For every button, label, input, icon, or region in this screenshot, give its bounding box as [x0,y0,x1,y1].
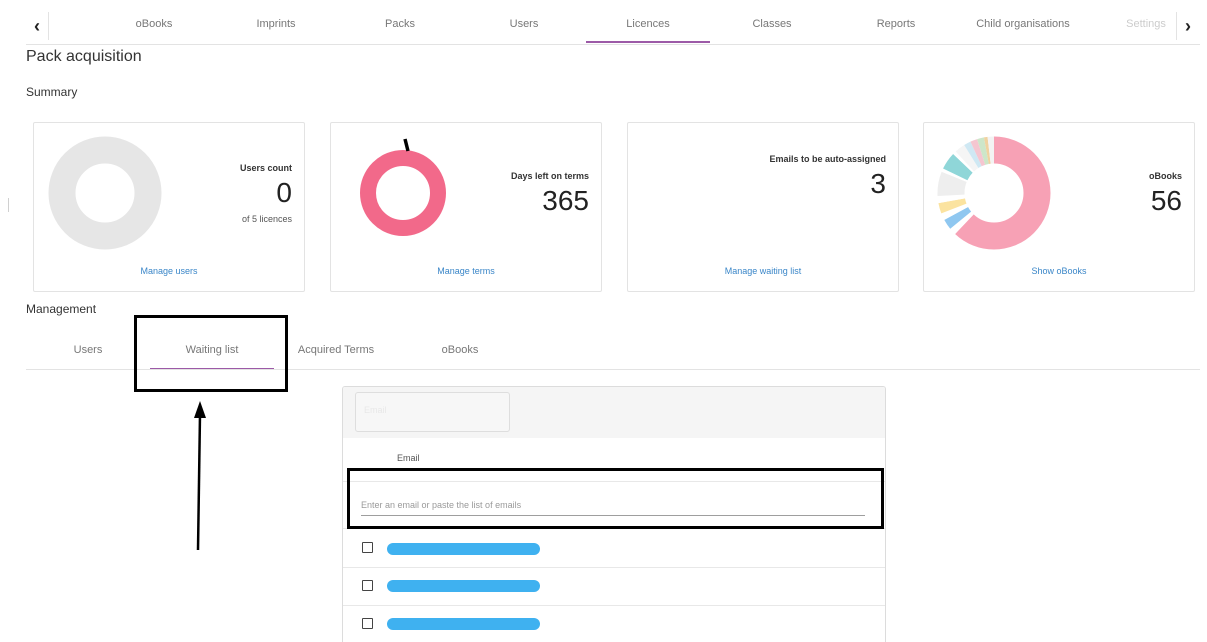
side-divider [8,198,9,212]
users-count-sub: of 5 licences [241,214,292,224]
terms-donut-chart [360,138,446,236]
nav-tab-users[interactable]: Users [462,4,586,43]
terms-card: Days left on terms 365 Manage terms [330,122,602,292]
annotation-arrow [194,401,206,551]
terms-label: Days left on terms [510,171,589,181]
annotation-box-waiting-list [134,315,288,392]
annotation-arrow-shaft [196,413,202,551]
obooks-donut-chart [937,136,1051,250]
manage-waiting-list-link[interactable]: Manage waiting list [628,266,898,276]
nav-tab-settings[interactable]: Settings [1116,4,1176,43]
top-nav: ‹ oBooks Imprints Packs Users Licences C… [26,4,1200,45]
users-count-card: Users count 0 of 5 licences Manage users [33,122,305,292]
page-title: Pack acquisition [26,48,142,65]
row-checkbox[interactable] [362,618,373,629]
nav-tab-classes[interactable]: Classes [710,4,834,43]
mgmt-tab-users[interactable]: Users [50,340,126,368]
manage-users-link[interactable]: Manage users [34,266,304,276]
nav-tab-packs[interactable]: Packs [338,4,462,43]
waiting-list-card: Emails to be auto-assigned 3 Manage wait… [627,122,899,292]
auto-assign-label: Emails to be auto-assigned [769,154,886,164]
redacted-email [387,543,540,555]
redacted-email [387,580,540,592]
mgmt-tab-acquired-terms[interactable]: Acquired Terms [286,340,386,368]
show-obooks-link[interactable]: Show oBooks [924,266,1194,276]
summary-title: Summary [26,85,78,99]
row-divider [343,567,885,568]
terms-donut-ring [360,150,446,236]
search-input[interactable]: Email [355,392,510,432]
mgmt-tab-obooks[interactable]: oBooks [420,340,500,368]
row-divider [343,605,885,606]
terms-marker-tick [403,138,410,152]
users-count-value: 0 [276,177,292,208]
users-donut-chart [48,136,162,250]
manage-terms-link[interactable]: Manage terms [331,266,601,276]
auto-assign-value: 3 [870,168,886,199]
users-donut-ring [48,136,162,250]
annotation-arrow-head [194,401,206,418]
nav-tab-reports[interactable]: Reports [834,4,958,43]
users-count-label: Users count [239,163,292,173]
row-checkbox[interactable] [362,580,373,591]
obooks-value: 56 [1150,185,1182,216]
chevron-left-icon[interactable]: ‹ [26,12,49,40]
nav-tab-child-organisations[interactable]: Child organisations [961,4,1085,43]
nav-tab-imprints[interactable]: Imprints [214,4,338,43]
email-column-header[interactable]: Email [397,453,420,463]
management-title: Management [26,302,97,316]
nav-tab-licences[interactable]: Licences [586,4,710,43]
chevron-right-icon[interactable]: › [1176,12,1199,40]
obooks-card: oBooks 56 Show oBooks [923,122,1195,292]
row-checkbox[interactable] [362,542,373,553]
panel-toolbar: Email [343,387,885,438]
nav-tab-obooks[interactable]: oBooks [92,4,216,43]
obooks-label: oBooks [1148,171,1182,181]
annotation-box-email-input [347,468,884,529]
terms-value: 365 [542,185,589,216]
redacted-email [387,618,540,630]
